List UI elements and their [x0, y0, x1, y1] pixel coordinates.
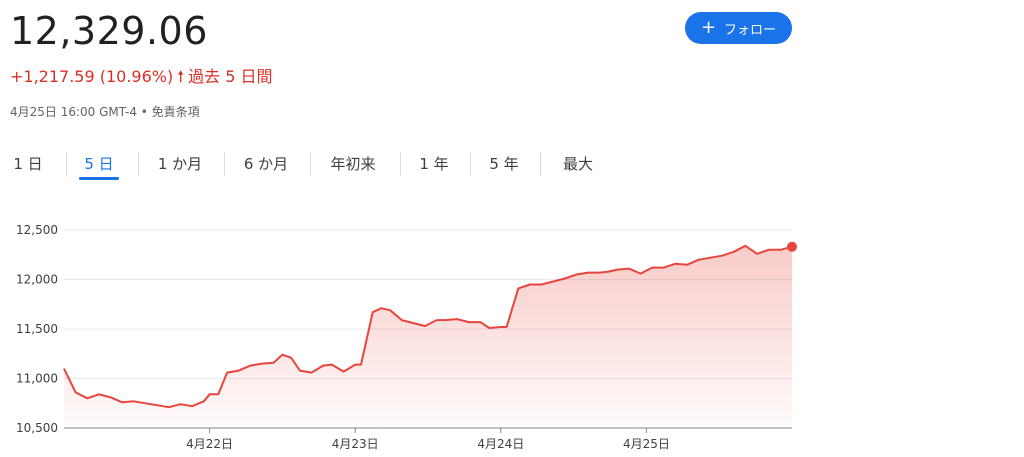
tab-divider	[470, 152, 471, 176]
last-price-dot	[787, 241, 797, 252]
follow-button-label: フォロー	[724, 22, 777, 38]
tab-divider	[224, 152, 225, 176]
y-tick-label: 12,500	[16, 223, 58, 237]
y-tick-label: 11,000	[16, 372, 58, 386]
tab-max[interactable]: 最大	[554, 148, 602, 178]
follow-button[interactable]: + フォロー	[685, 12, 792, 44]
y-axis: 10,500 11,000 11,500 12,000 12,500	[16, 223, 58, 435]
active-tab-indicator	[79, 177, 119, 180]
x-axis: 4月22日 4月23日 4月24日 4月25日	[186, 428, 670, 451]
tab-label: 1 か月	[157, 154, 203, 173]
y-tick-label: 10,500	[16, 421, 58, 435]
tab-label: 1 年	[419, 154, 449, 173]
timestamp-disclaimer: 4月25日 16:00 GMT-4 • 免責条項	[10, 105, 200, 119]
x-tick-label: 4月22日	[186, 437, 233, 451]
tab-label: 5 年	[489, 154, 519, 173]
price-chart[interactable]: 10,500 11,000 11,500 12,000 12,500 4月22日 4月23…	[0, 210, 810, 457]
tab-divider	[66, 152, 67, 176]
tab-5d[interactable]: 5 日	[78, 148, 120, 180]
y-tick-label: 12,000	[16, 273, 58, 287]
price-area	[64, 245, 792, 428]
tab-label: 年初来	[330, 154, 376, 173]
tab-6m[interactable]: 6 か月	[236, 148, 296, 178]
tab-1d[interactable]: 1 日	[8, 148, 48, 178]
arrow-up-icon: 🠕	[177, 67, 185, 86]
tab-divider	[540, 152, 541, 176]
x-tick-label: 4月24日	[477, 437, 524, 451]
tab-1y[interactable]: 1 年	[412, 148, 456, 178]
tab-label: 1 日	[13, 154, 43, 173]
range-tabs: 1 日 5 日 1 か月 6 か月 年初来 1 年 5 年 最大	[0, 148, 640, 182]
tab-label: 最大	[562, 154, 593, 173]
tab-divider	[138, 152, 139, 176]
change-amount: +1,217.59 (10.96%)	[10, 67, 174, 86]
tab-divider	[400, 152, 401, 176]
y-tick-label: 11,500	[16, 322, 58, 336]
change-period: 過去 5 日間	[188, 67, 273, 86]
plus-icon: +	[700, 17, 717, 38]
tab-ytd[interactable]: 年初来	[322, 148, 384, 178]
tab-divider	[310, 152, 311, 176]
tab-5y[interactable]: 5 年	[482, 148, 526, 178]
tab-1m[interactable]: 1 か月	[150, 148, 210, 178]
tab-label: 5 日	[84, 154, 114, 173]
price-value: 12,329.06	[10, 9, 208, 53]
tab-label: 6 か月	[243, 154, 289, 173]
price-change: +1,217.59 (10.96%) 🠕 過去 5 日間	[10, 66, 272, 88]
x-tick-label: 4月23日	[332, 437, 379, 451]
x-tick-label: 4月25日	[623, 437, 670, 451]
